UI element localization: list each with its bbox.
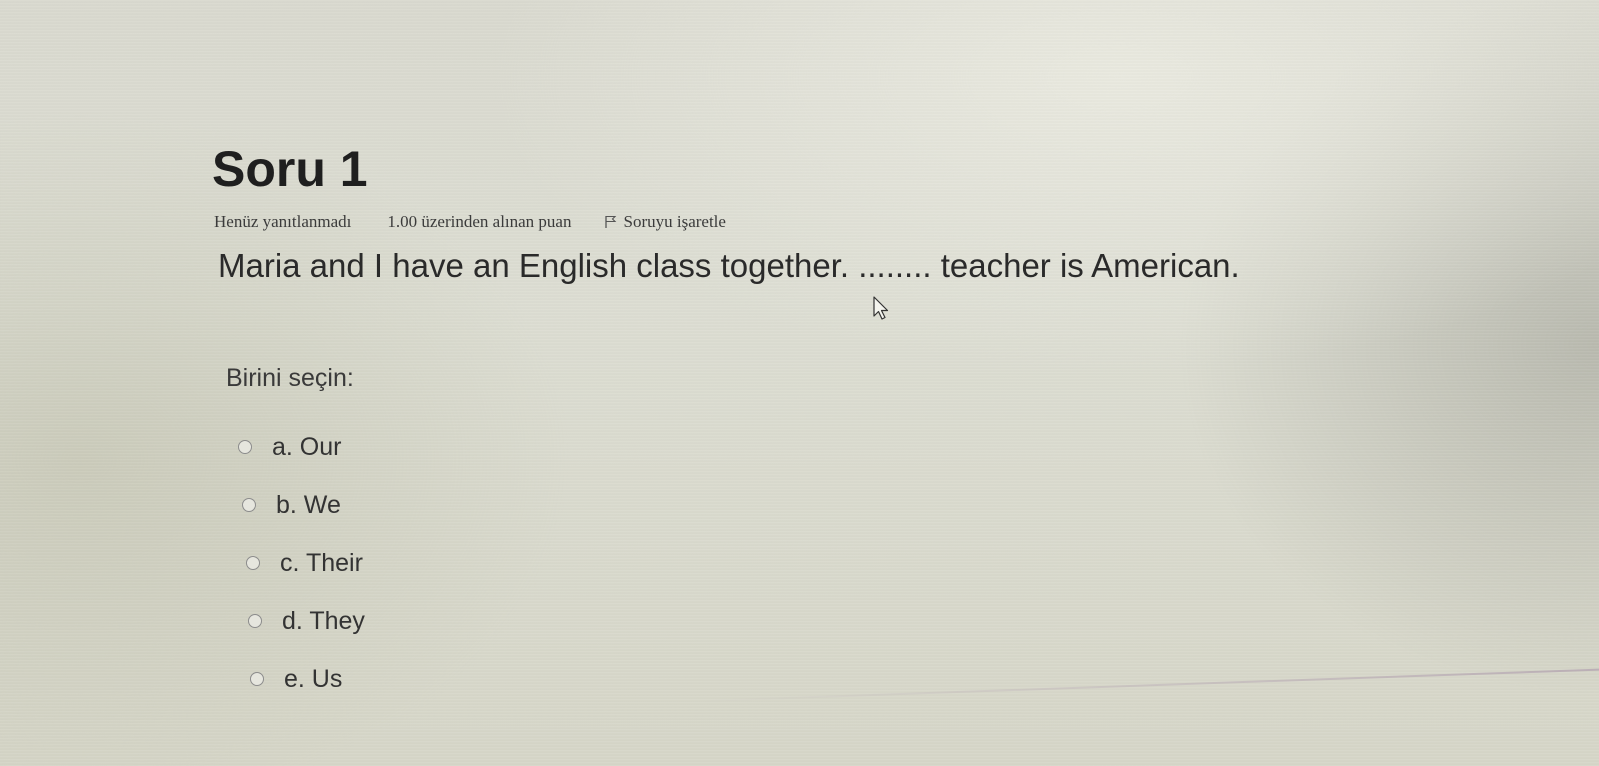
answer-label: e. Us [284,664,343,693]
answer-label: a. Our [272,432,342,461]
radio-button[interactable] [248,614,262,628]
question-title: Soru 1 [212,141,368,197]
flag-icon [605,215,617,228]
radio-button[interactable] [242,498,256,512]
answer-label: c. Their [280,548,363,577]
divider [699,668,1599,702]
radio-button[interactable] [250,672,264,686]
question-text: Maria and I have an English class togeth… [218,247,1240,284]
answer-option-c[interactable]: c. Their [246,534,365,592]
flag-question-link[interactable]: Soruyu işaretle [603,212,726,232]
answer-options: a. Our b. We c. Their d. They e. Us [238,418,365,708]
answer-option-e[interactable]: e. Us [250,650,365,708]
answer-option-a[interactable]: a. Our [238,418,365,476]
answer-option-b[interactable]: b. We [242,476,365,534]
question-info: Henüz yanıtlanmadı 1.00 üzerinden alınan… [212,212,1512,232]
mouse-pointer-icon [873,296,889,320]
answer-label: d. They [282,606,365,635]
radio-button[interactable] [238,440,252,454]
radio-button[interactable] [246,556,260,570]
answer-prompt: Birini seçin: [226,364,354,392]
answer-label: b. We [276,490,341,519]
flag-question-label: Soruyu işaretle [623,212,726,231]
question-grade: 1.00 üzerinden alınan puan [387,212,572,231]
question-block: Soru 1 Henüz yanıtlanmadı 1.00 üzerinden… [212,138,1512,288]
question-state: Henüz yanıtlanmadı [214,212,352,231]
answer-option-d[interactable]: d. They [248,592,365,650]
